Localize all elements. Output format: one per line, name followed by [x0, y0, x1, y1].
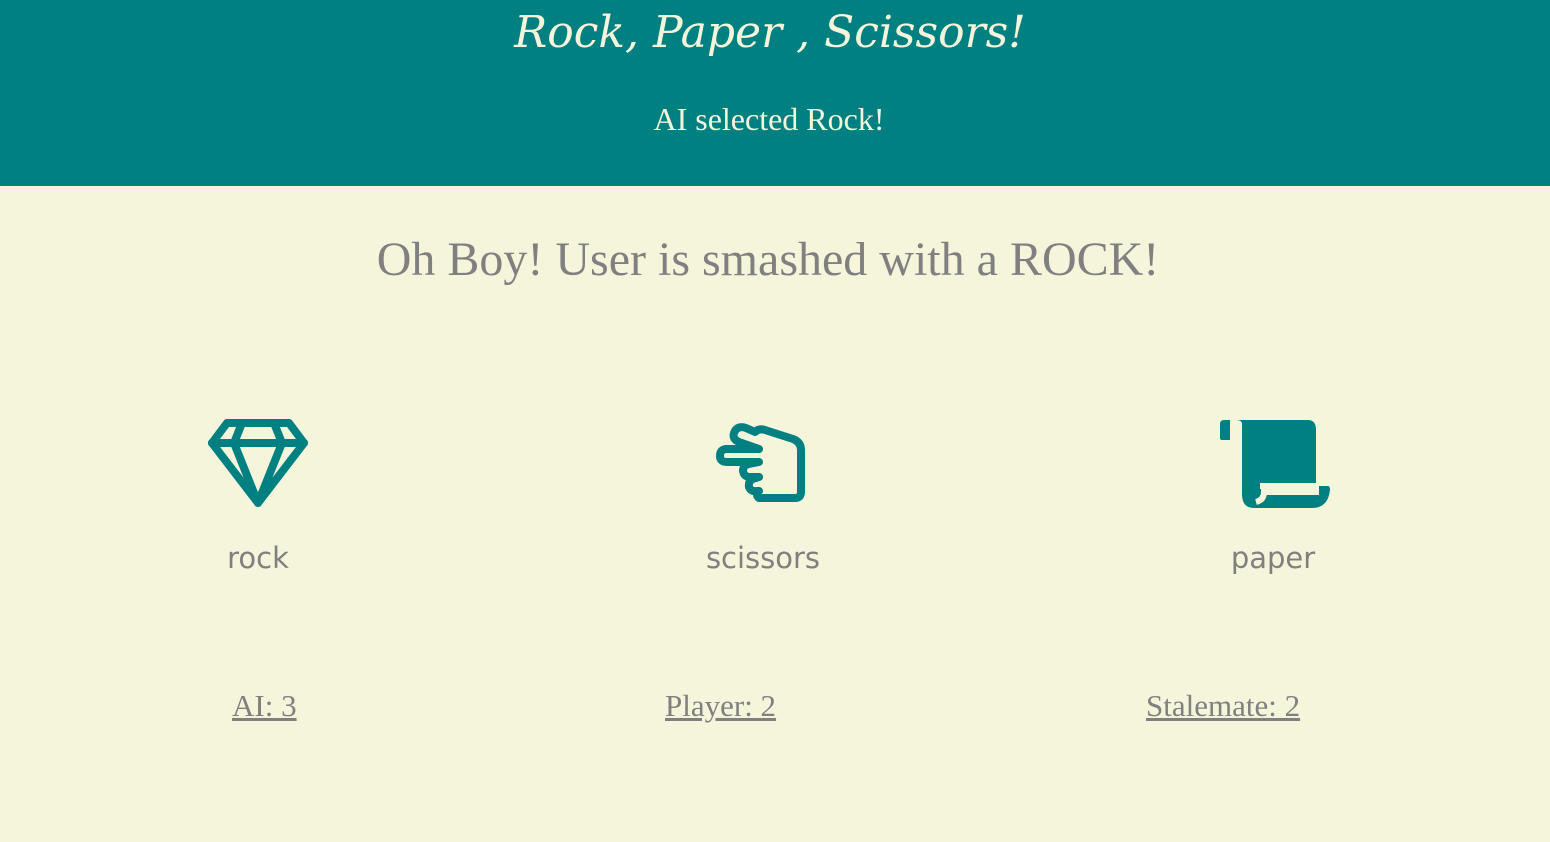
scissors-choice-button[interactable]: scissors [653, 418, 873, 588]
rock-choice-button[interactable]: rock [148, 418, 368, 588]
header: Rock, Paper , Scissors! AI selected Rock… [0, 0, 1550, 186]
paper-choice-button[interactable]: paper [1163, 418, 1383, 588]
scroll-icon [1220, 420, 1330, 508]
stalemate-score[interactable]: Stalemate: 2 [1146, 686, 1300, 726]
rock-label: rock [227, 541, 289, 575]
ai-selection-text: AI selected Rock! [653, 101, 885, 137]
ai-score[interactable]: AI: 3 [232, 686, 297, 726]
app-title: Rock, Paper , Scissors! [514, 7, 1026, 58]
gem-icon [208, 419, 308, 507]
result-message: Oh Boy! User is smashed with a ROCK! [376, 233, 1160, 286]
scissors-label: scissors [705, 541, 821, 575]
player-score[interactable]: Player: 2 [665, 686, 776, 726]
hand-scissors-icon [716, 423, 805, 502]
paper-label: paper [1230, 541, 1316, 575]
